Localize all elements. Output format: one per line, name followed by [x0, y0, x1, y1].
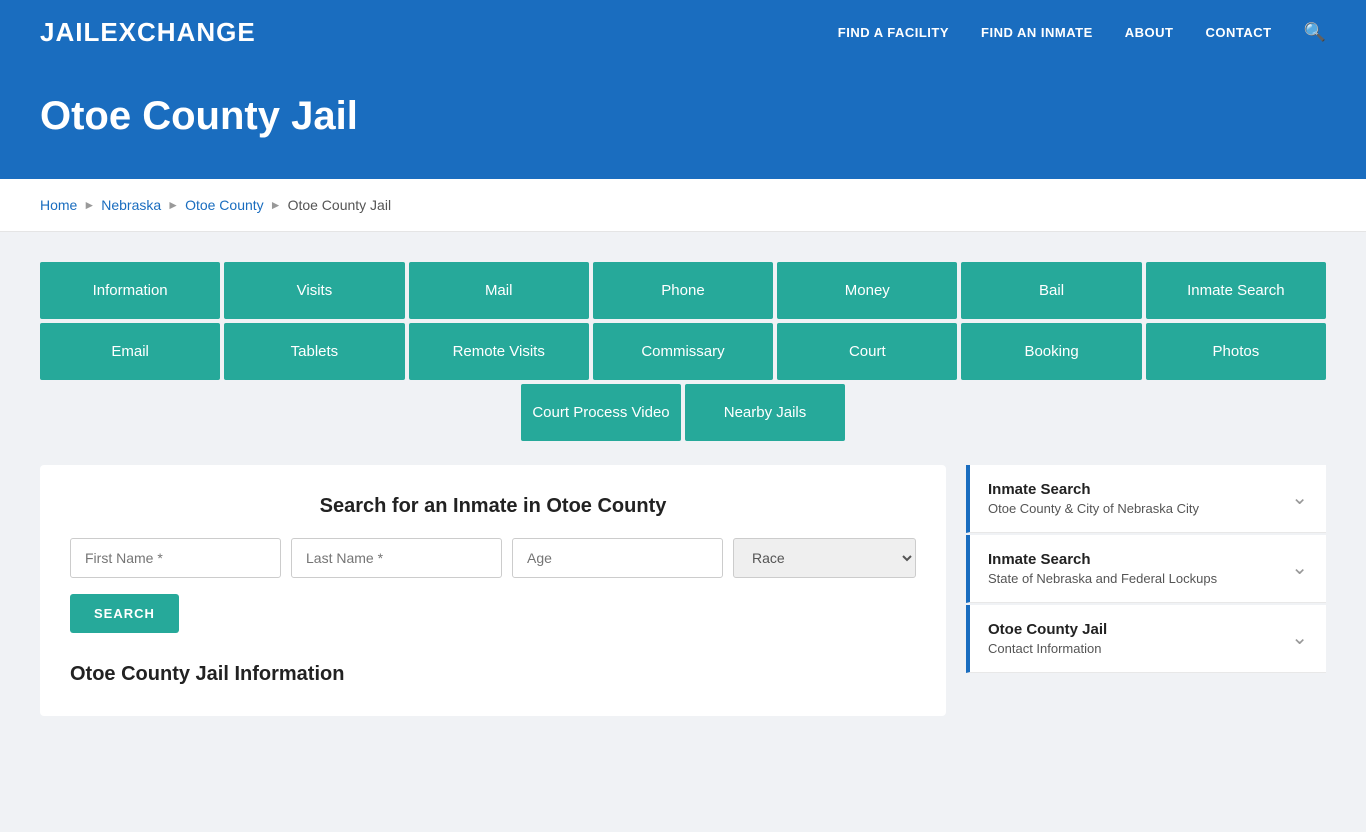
- search-button[interactable]: SEARCH: [70, 594, 179, 633]
- sidebar-item-3-title: Otoe County Jail: [988, 621, 1107, 638]
- sidebar-item-1-subtitle: Otoe County & City of Nebraska City: [988, 501, 1199, 516]
- sidebar: Inmate Search Otoe County & City of Nebr…: [966, 465, 1326, 675]
- first-name-input[interactable]: [70, 538, 281, 578]
- age-input[interactable]: [512, 538, 723, 578]
- btn-visits[interactable]: Visits: [224, 262, 404, 319]
- sidebar-item-1[interactable]: Inmate Search Otoe County & City of Nebr…: [966, 465, 1326, 533]
- nav-buttons-row1: Information Visits Mail Phone Money Bail…: [40, 262, 1326, 319]
- breadcrumb-nebraska[interactable]: Nebraska: [101, 197, 161, 213]
- sidebar-item-2-title: Inmate Search: [988, 551, 1217, 568]
- sidebar-item-2-text: Inmate Search State of Nebraska and Fede…: [988, 551, 1217, 586]
- btn-tablets[interactable]: Tablets: [224, 323, 404, 380]
- hero-section: Otoe County Jail: [0, 64, 1366, 179]
- main-content: Information Visits Mail Phone Money Bail…: [0, 232, 1366, 832]
- sidebar-item-2-subtitle: State of Nebraska and Federal Lockups: [988, 571, 1217, 586]
- btn-email[interactable]: Email: [40, 323, 220, 380]
- sidebar-item-3-text: Otoe County Jail Contact Information: [988, 621, 1107, 656]
- race-select[interactable]: Race: [733, 538, 916, 578]
- breadcrumb: Home ► Nebraska ► Otoe County ► Otoe Cou…: [0, 179, 1366, 232]
- nav-contact[interactable]: CONTACT: [1205, 25, 1271, 40]
- btn-inmate-search[interactable]: Inmate Search: [1146, 262, 1326, 319]
- header: JAILEXCHANGE FIND A FACILITY FIND AN INM…: [0, 0, 1366, 64]
- breadcrumb-home[interactable]: Home: [40, 197, 77, 213]
- nav-find-inmate[interactable]: FIND AN INMATE: [981, 25, 1093, 40]
- sidebar-item-1-title: Inmate Search: [988, 481, 1199, 498]
- last-name-input[interactable]: [291, 538, 502, 578]
- breadcrumb-sep-2: ►: [167, 198, 179, 212]
- btn-court[interactable]: Court: [777, 323, 957, 380]
- breadcrumb-otoe-county[interactable]: Otoe County: [185, 197, 264, 213]
- btn-money[interactable]: Money: [777, 262, 957, 319]
- search-fields: Race: [70, 538, 916, 578]
- chevron-down-icon-1: ⌄: [1291, 485, 1308, 510]
- search-title: Search for an Inmate in Otoe County: [70, 495, 916, 518]
- sidebar-item-3[interactable]: Otoe County Jail Contact Information ⌄: [966, 605, 1326, 673]
- nav-find-facility[interactable]: FIND A FACILITY: [838, 25, 949, 40]
- nav-buttons-row2: Email Tablets Remote Visits Commissary C…: [40, 323, 1326, 380]
- btn-court-process-video[interactable]: Court Process Video: [521, 384, 681, 441]
- btn-mail[interactable]: Mail: [409, 262, 589, 319]
- btn-bail[interactable]: Bail: [961, 262, 1141, 319]
- btn-remote-visits[interactable]: Remote Visits: [409, 323, 589, 380]
- logo-jail: JAIL: [40, 17, 100, 47]
- breadcrumb-sep-1: ►: [83, 198, 95, 212]
- btn-phone[interactable]: Phone: [593, 262, 773, 319]
- search-panel: Search for an Inmate in Otoe County Race…: [40, 465, 946, 716]
- sidebar-item-3-subtitle: Contact Information: [988, 641, 1107, 656]
- chevron-down-icon-3: ⌄: [1291, 625, 1308, 650]
- search-icon[interactable]: 🔍: [1304, 22, 1326, 43]
- sidebar-item-2[interactable]: Inmate Search State of Nebraska and Fede…: [966, 535, 1326, 603]
- btn-photos[interactable]: Photos: [1146, 323, 1326, 380]
- sidebar-item-1-text: Inmate Search Otoe County & City of Nebr…: [988, 481, 1199, 516]
- info-section: Otoe County Jail Information: [70, 633, 916, 686]
- btn-commissary[interactable]: Commissary: [593, 323, 773, 380]
- btn-information[interactable]: Information: [40, 262, 220, 319]
- btn-booking[interactable]: Booking: [961, 323, 1141, 380]
- logo-exchange: EXCHANGE: [100, 17, 255, 47]
- breadcrumb-sep-3: ►: [270, 198, 282, 212]
- logo: JAILEXCHANGE: [40, 17, 256, 48]
- nav-about[interactable]: ABOUT: [1125, 25, 1174, 40]
- page-title: Otoe County Jail: [40, 94, 1326, 139]
- nav-buttons-row3: Court Process Video Nearby Jails: [40, 384, 1326, 441]
- btn-nearby-jails[interactable]: Nearby Jails: [685, 384, 845, 441]
- info-heading: Otoe County Jail Information: [70, 663, 916, 686]
- content-row: Search for an Inmate in Otoe County Race…: [40, 465, 1326, 716]
- chevron-down-icon-2: ⌄: [1291, 555, 1308, 580]
- breadcrumb-current: Otoe County Jail: [288, 197, 392, 213]
- nav: FIND A FACILITY FIND AN INMATE ABOUT CON…: [838, 22, 1326, 43]
